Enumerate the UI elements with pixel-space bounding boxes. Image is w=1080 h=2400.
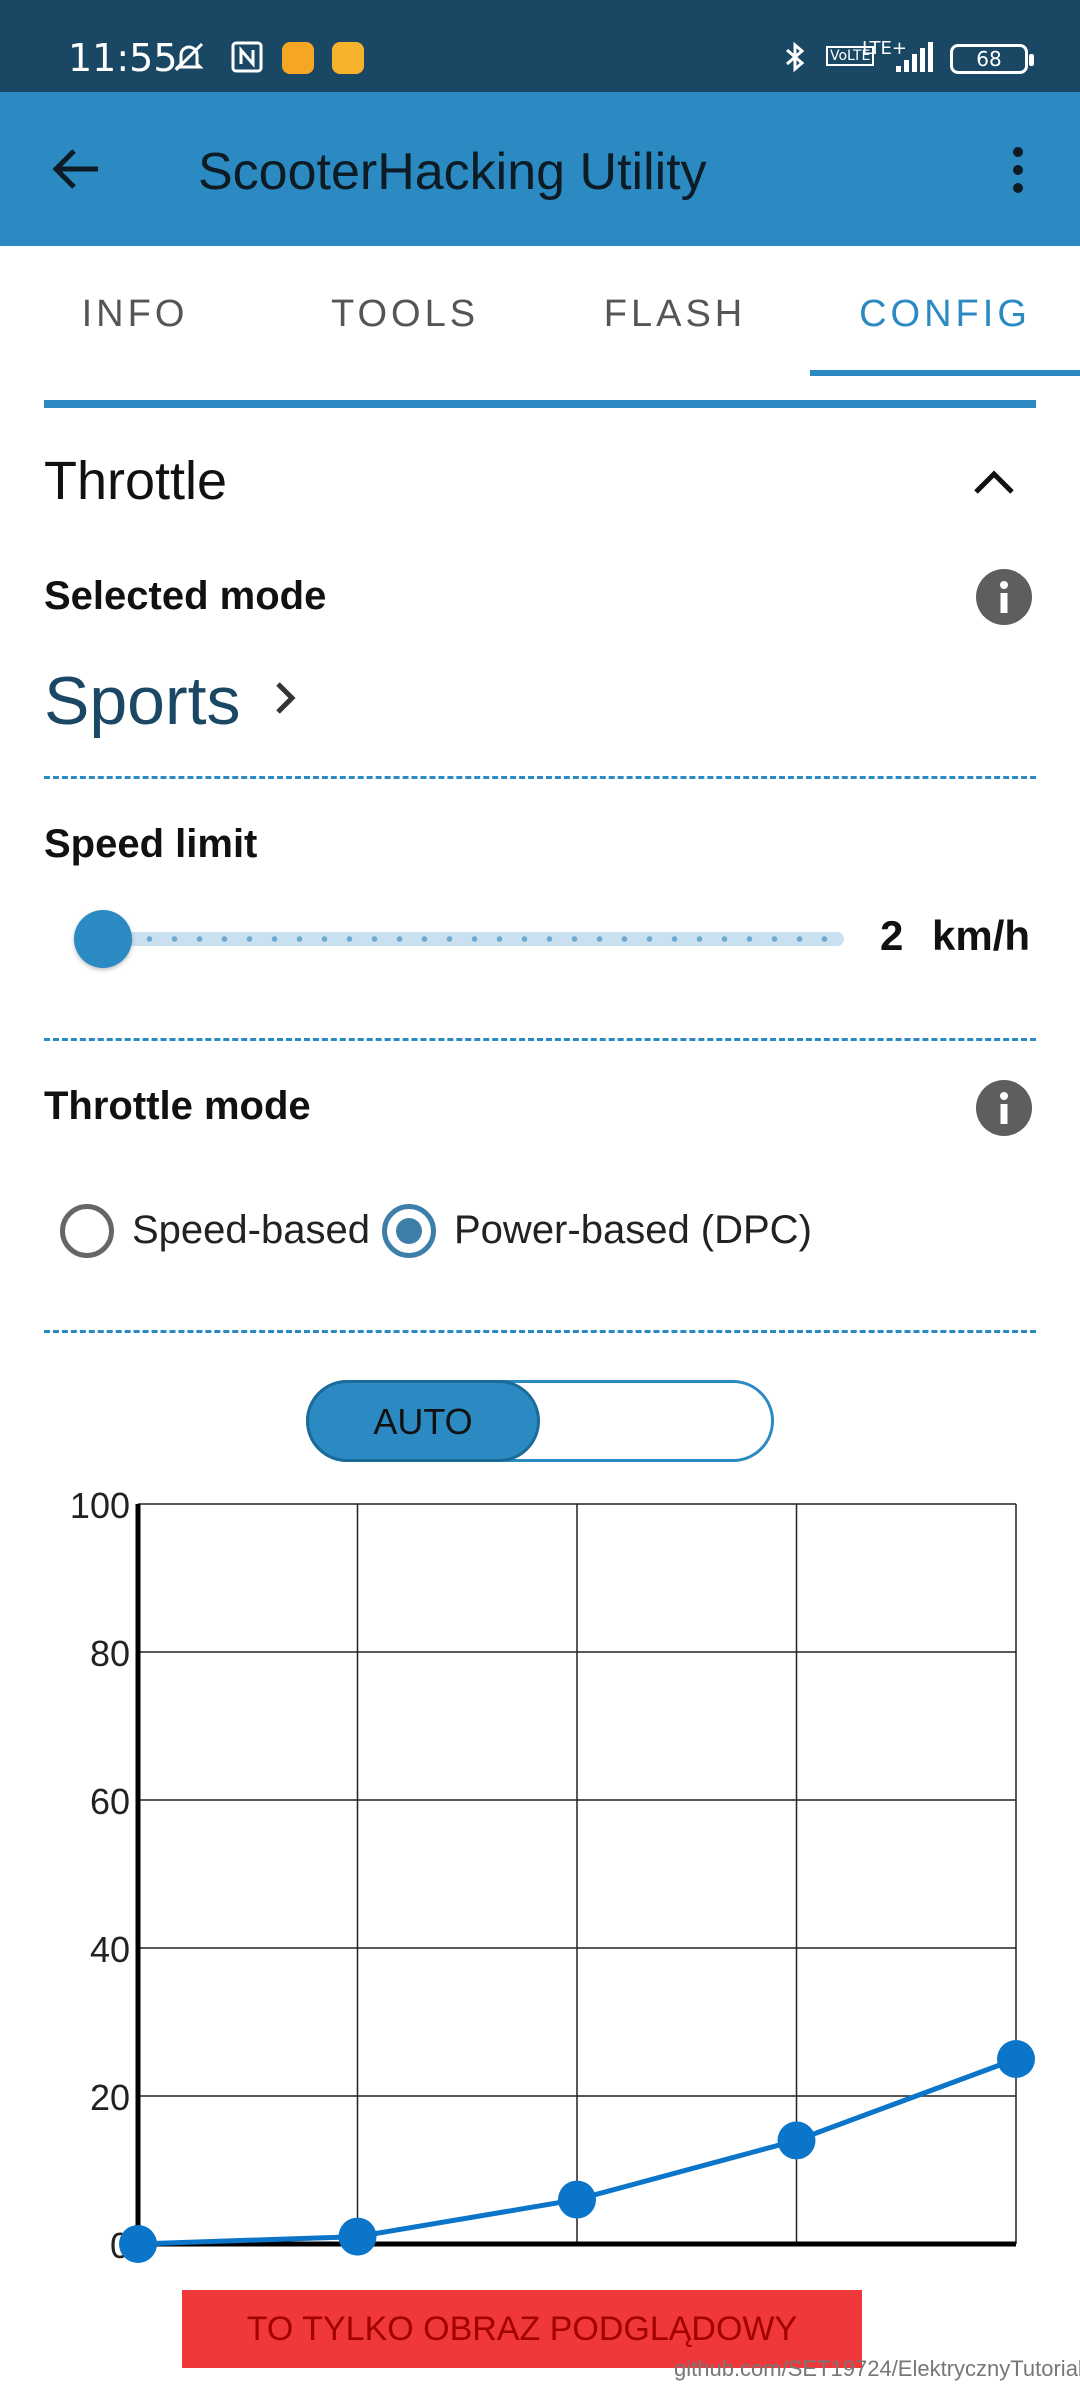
y-tick-label: 20 bbox=[90, 2077, 130, 2118]
power-based-label[interactable]: Power-based (DPC) bbox=[454, 1208, 812, 1253]
y-tick-label: 40 bbox=[90, 1929, 130, 1970]
tab-flash[interactable]: FLASH bbox=[540, 246, 810, 376]
overflow-menu-icon[interactable] bbox=[1000, 144, 1036, 196]
speed-limit-value: 2 bbox=[880, 912, 904, 959]
app-icon bbox=[282, 42, 314, 74]
throttle-mode-label: Throttle mode bbox=[44, 1084, 311, 1128]
data-point bbox=[997, 2040, 1035, 2078]
dashed-divider bbox=[44, 1330, 1036, 1333]
tab-config[interactable]: CONFIG bbox=[810, 246, 1080, 376]
status-bar: 11:55 VoLTE LTE+ 68 bbox=[0, 0, 1080, 92]
slider-tick-marks bbox=[112, 936, 836, 942]
nfc-icon bbox=[231, 41, 263, 73]
mute-bell-icon bbox=[174, 42, 204, 72]
battery-indicator: 68 bbox=[950, 44, 1034, 74]
data-point bbox=[338, 2217, 377, 2256]
section-title: Throttle bbox=[44, 451, 228, 511]
speed-limit-label: Speed limit bbox=[44, 822, 258, 866]
power-based-radio[interactable] bbox=[382, 1204, 436, 1258]
data-point bbox=[777, 2121, 816, 2160]
bluetooth-icon bbox=[786, 41, 805, 73]
status-time: 11:55 bbox=[68, 36, 178, 80]
section-divider bbox=[44, 400, 1036, 408]
speed-based-label[interactable]: Speed-based bbox=[132, 1208, 370, 1253]
selected-mode-value[interactable]: Sports bbox=[44, 662, 241, 740]
dashed-divider bbox=[44, 1038, 1036, 1041]
tab-indicator bbox=[810, 370, 1080, 376]
back-arrow-icon[interactable] bbox=[50, 146, 102, 192]
tab-info[interactable]: INFO bbox=[0, 246, 270, 376]
auto-toggle-knob[interactable]: AUTO bbox=[306, 1380, 540, 1462]
credit-watermark: github.com/SET19724/ElektrycznyTutorial bbox=[674, 2356, 1080, 2381]
tab-bar: INFO TOOLS FLASH CONFIG bbox=[0, 246, 1080, 376]
y-tick-label: 100 bbox=[70, 1485, 130, 1526]
signal-icon bbox=[896, 42, 933, 72]
info-icon[interactable] bbox=[976, 569, 1032, 625]
chevron-up-icon[interactable] bbox=[970, 458, 1018, 506]
info-icon[interactable] bbox=[976, 1080, 1032, 1136]
data-point bbox=[119, 2225, 157, 2263]
speed-based-radio[interactable] bbox=[60, 1204, 114, 1258]
speed-limit-slider-thumb[interactable] bbox=[74, 910, 132, 968]
speed-limit-unit: km/h bbox=[932, 912, 1031, 959]
chevron-right-icon[interactable] bbox=[268, 676, 302, 720]
app-icon bbox=[332, 42, 364, 74]
app-title: ScooterHacking Utility bbox=[198, 143, 707, 201]
selected-mode-label: Selected mode bbox=[44, 574, 327, 618]
tab-tools[interactable]: TOOLS bbox=[270, 246, 540, 376]
app-bar: ScooterHacking Utility bbox=[0, 92, 1080, 246]
dashed-divider bbox=[44, 776, 1036, 779]
throttle-curve-chart: 020406080100 bbox=[70, 1485, 1035, 2266]
data-point bbox=[558, 2180, 596, 2219]
y-tick-label: 80 bbox=[90, 1633, 130, 1674]
y-tick-label: 60 bbox=[90, 1781, 130, 1822]
